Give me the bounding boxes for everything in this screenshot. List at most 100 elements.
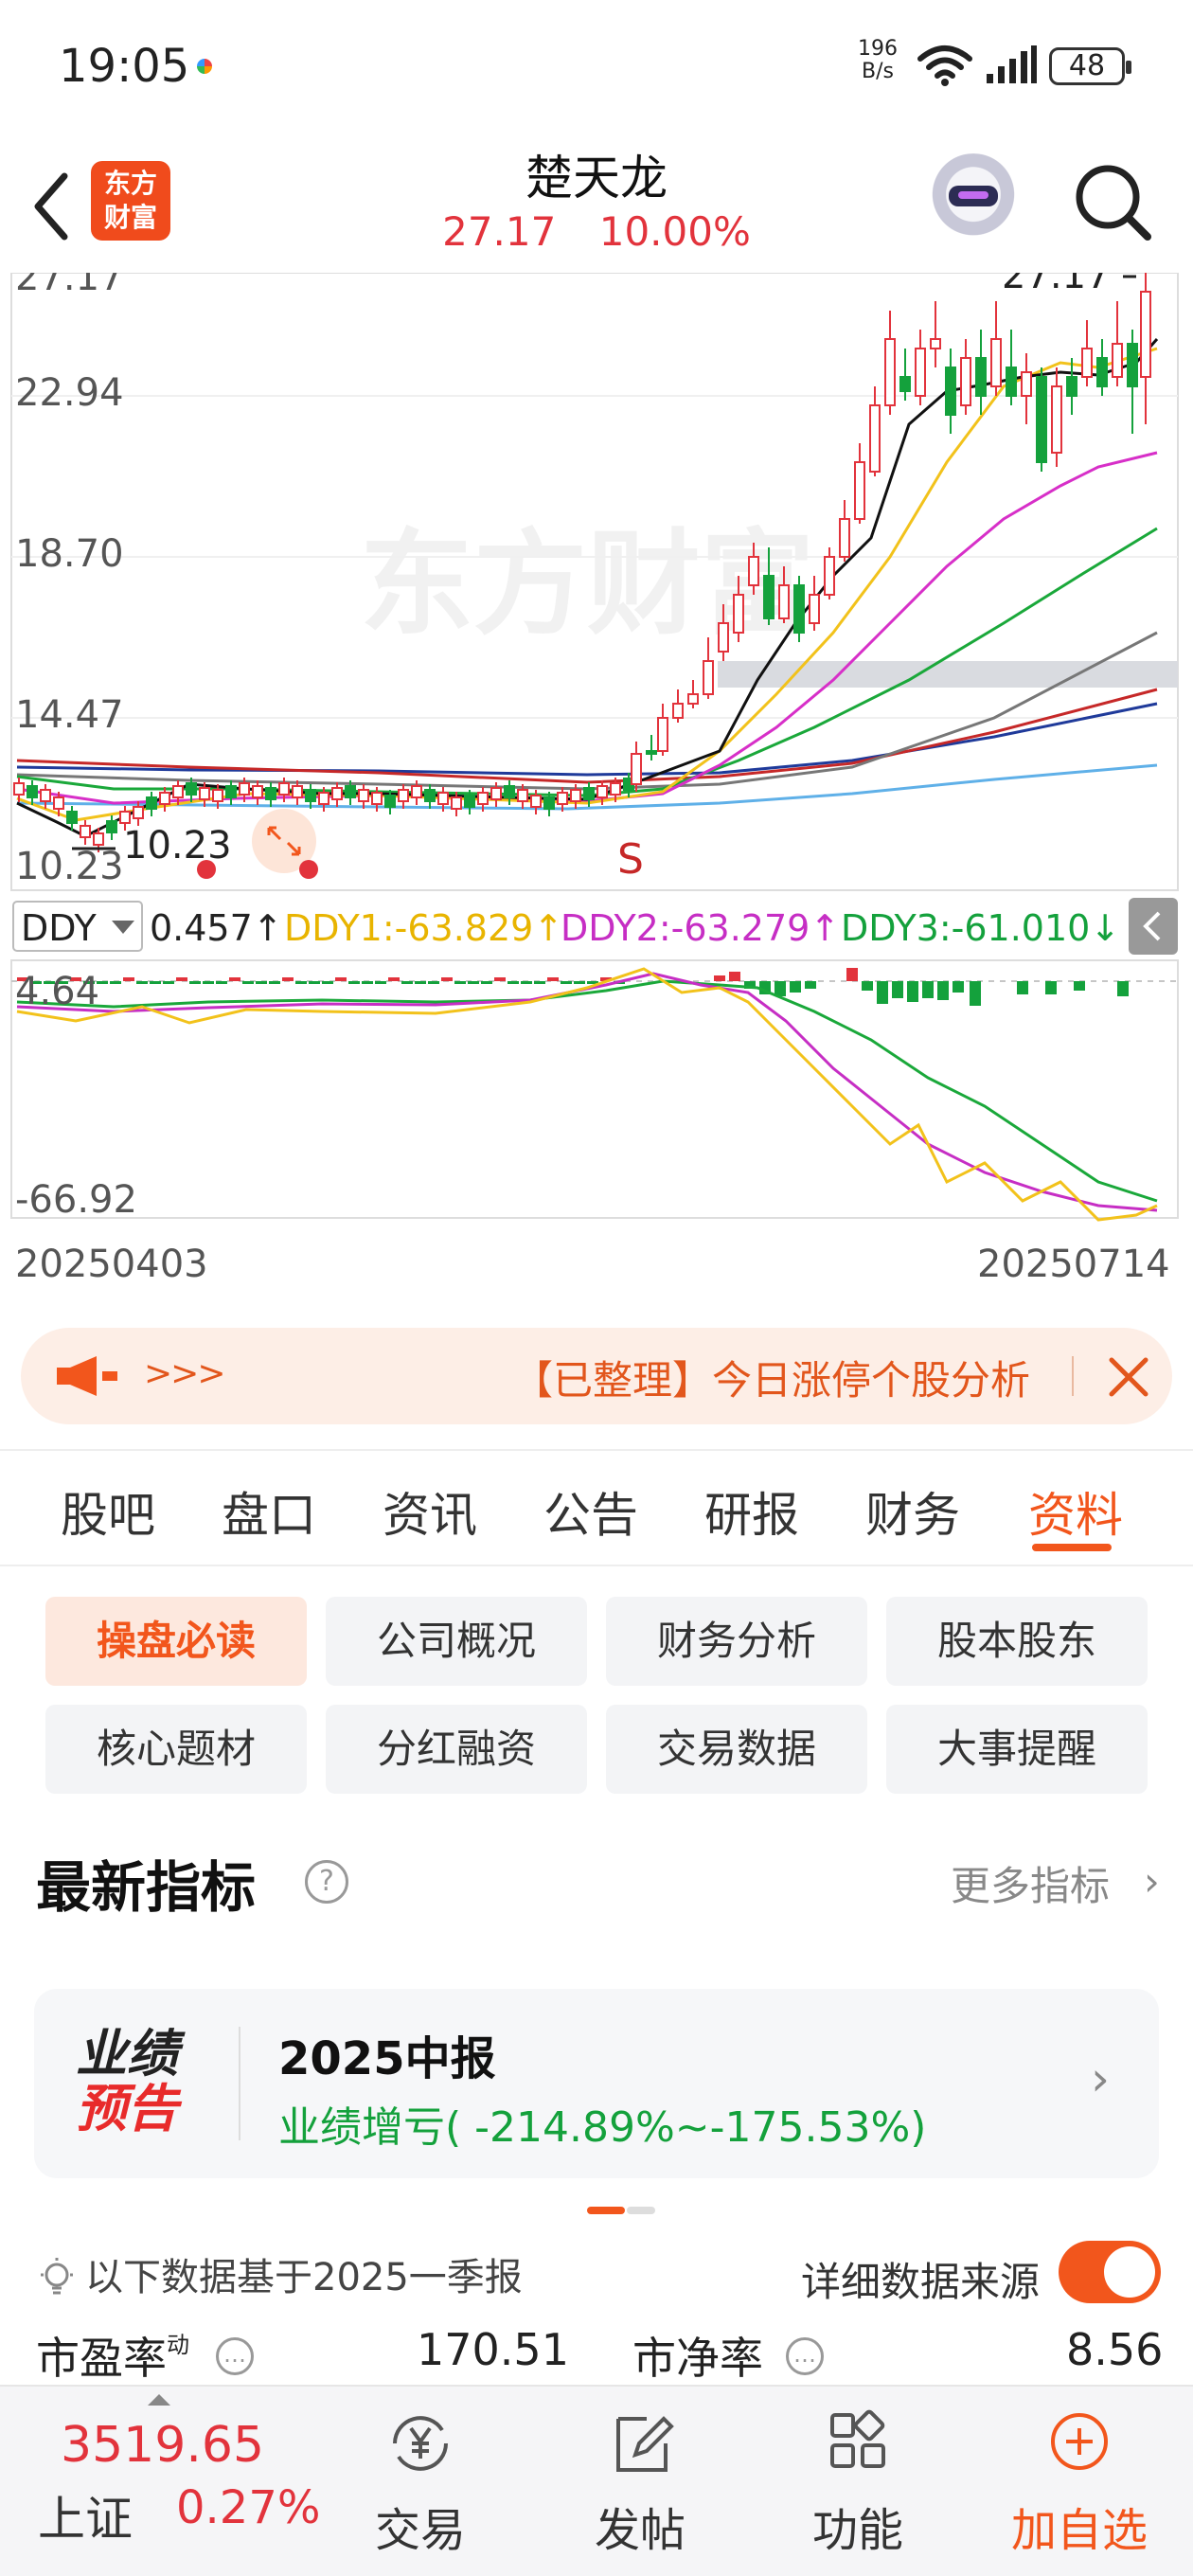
- nav-functions[interactable]: 功能: [782, 2406, 934, 2559]
- ddy3-value: DDY3:-61.010↓: [841, 907, 1120, 949]
- candle-body: [225, 785, 237, 798]
- candle-body: [631, 753, 642, 785]
- detailed-source-label: 详细数据来源: [801, 2259, 1041, 2305]
- candle-body: [504, 785, 515, 798]
- candle-body: [477, 792, 489, 805]
- candle-body: [186, 782, 197, 796]
- collapse-panel-button[interactable]: [1129, 898, 1178, 955]
- bottom-nav: 3519.65 上证 0.27% 交易 发帖 功能 加自选: [0, 2385, 1193, 2576]
- indicator-name[interactable]: DDY: [21, 907, 97, 949]
- app-logo[interactable]: 东方 财富: [91, 161, 170, 241]
- indicator-bar: [846, 968, 858, 981]
- info-icon[interactable]: …: [786, 2337, 824, 2375]
- notice-text[interactable]: 【已整理】今日涨停个股分析: [513, 1349, 1072, 1405]
- section-title: 最新指标: [36, 1855, 257, 1920]
- indicator-bar: [123, 977, 134, 981]
- nav-trade[interactable]: 交易: [345, 2406, 496, 2559]
- candle-body: [990, 338, 1002, 387]
- detailed-source-toggle[interactable]: [1059, 2241, 1161, 2303]
- nav-add-watchlist[interactable]: 加自选: [1004, 2406, 1155, 2559]
- ai-assistant-avatar[interactable]: [928, 153, 1019, 244]
- candle-body: [133, 806, 144, 819]
- btn-company-overview[interactable]: 公司概况: [326, 1597, 587, 1686]
- tab-guba[interactable]: 股吧: [61, 1477, 155, 1546]
- indicator-bar: [1045, 981, 1057, 994]
- indicator-bar: [790, 981, 801, 993]
- chevron-right-icon[interactable]: ›: [1091, 2051, 1110, 2106]
- caret-up-icon[interactable]: [148, 2394, 170, 2406]
- indicator-tick: -66.92: [15, 1178, 137, 1222]
- date-end: 20250714: [977, 1243, 1170, 1286]
- candle-body: [530, 795, 542, 808]
- price-tick: 22.94: [15, 371, 124, 415]
- indicator-bar: [1074, 981, 1085, 991]
- candle-body: [570, 789, 581, 802]
- btn-shareholders[interactable]: 股本股东: [886, 1597, 1148, 1686]
- btn-must-read[interactable]: 操盘必读: [45, 1597, 307, 1686]
- help-icon[interactable]: ?: [305, 1860, 348, 1904]
- signal-icon: [987, 45, 1037, 83]
- indicator-bar: [415, 981, 426, 984]
- indicator-bar: [892, 981, 903, 998]
- indicator-bar: [229, 977, 240, 981]
- chevron-right-icon[interactable]: ›: [1144, 1858, 1160, 1905]
- tab-profile[interactable]: 资料: [1028, 1477, 1123, 1546]
- indicator-bar: [401, 981, 413, 984]
- btn-core-themes[interactable]: 核心题材: [45, 1705, 307, 1794]
- close-icon[interactable]: [1108, 1356, 1149, 1398]
- candle-body: [899, 376, 911, 392]
- tab-news[interactable]: 资讯: [383, 1477, 477, 1546]
- event-dot[interactable]: [299, 860, 318, 879]
- indicator-bar: [362, 981, 373, 984]
- info-icon[interactable]: …: [216, 2337, 254, 2375]
- candle-body: [610, 782, 621, 796]
- nav-post[interactable]: 发帖: [564, 2406, 716, 2559]
- index-value[interactable]: 3519.65: [61, 2417, 264, 2474]
- indicator-bar: [203, 981, 214, 984]
- index-name[interactable]: 上证: [38, 2481, 133, 2549]
- tab-finance[interactable]: 财务: [865, 1477, 960, 1546]
- btn-trading-data[interactable]: 交易数据: [606, 1705, 867, 1794]
- btn-financial-analysis[interactable]: 财务分析: [606, 1597, 867, 1686]
- earnings-forecast-card[interactable]: 业绩 预告 2025中报 业绩增亏( -214.89%~-175.53%) ›: [34, 1989, 1159, 2178]
- candle-body: [159, 792, 170, 805]
- notice-bar[interactable]: >>> 【已整理】今日涨停个股分析: [21, 1328, 1172, 1424]
- indicator-bar: [521, 981, 532, 984]
- candle-body: [1112, 343, 1123, 378]
- btn-event-reminders[interactable]: 大事提醒: [886, 1705, 1148, 1794]
- btn-dividends[interactable]: 分红融资: [326, 1705, 587, 1794]
- tab-pankou[interactable]: 盘口: [222, 1477, 316, 1546]
- tab-announcements[interactable]: 公告: [543, 1477, 638, 1546]
- indicator-bar: [295, 981, 307, 984]
- search-icon[interactable]: [1070, 159, 1155, 244]
- price-tick: 18.70: [15, 532, 124, 576]
- candle-body: [809, 594, 820, 624]
- indicator-bar: [256, 981, 267, 984]
- data-basis-note: 以下数据基于2025一季报: [36, 2246, 523, 2301]
- stock-header: 东方 财富 楚天龙 27.17 10.00%: [0, 133, 1193, 273]
- k-line-chart[interactable]: 东方财富 27.17 22.94 18.70 14.47 10.23 27.17…: [0, 273, 1193, 1286]
- chart-watermark: 东方财富: [360, 519, 814, 651]
- index-change-pct[interactable]: 0.27%: [176, 2481, 320, 2534]
- grid-icon: [830, 2409, 885, 2468]
- event-dot[interactable]: [197, 860, 216, 879]
- earnings-forecast-badge: 业绩 预告: [76, 2024, 178, 2138]
- candle-body: [1036, 376, 1047, 463]
- more-indicators-link[interactable]: 更多指标: [951, 1854, 1110, 1912]
- indicator-bar: [922, 981, 934, 998]
- yen-circle-icon: [393, 2416, 448, 2471]
- pager-active-dot: [587, 2207, 625, 2214]
- candle-body: [763, 575, 775, 619]
- edit-icon: [616, 2416, 674, 2472]
- indicator-bar: [388, 977, 400, 981]
- candle-body: [93, 832, 104, 846]
- candle-body: [854, 461, 865, 520]
- candle-body: [371, 792, 383, 805]
- info-tabs: 股吧 盘口 资讯 公告 研报 财务 资料: [0, 1458, 1193, 1563]
- divider: [0, 1449, 1193, 1451]
- indicator-bar: [729, 972, 740, 981]
- candle-body: [657, 717, 668, 752]
- tab-research[interactable]: 研报: [704, 1477, 799, 1546]
- back-icon[interactable]: [28, 169, 76, 244]
- candle-body: [146, 796, 157, 810]
